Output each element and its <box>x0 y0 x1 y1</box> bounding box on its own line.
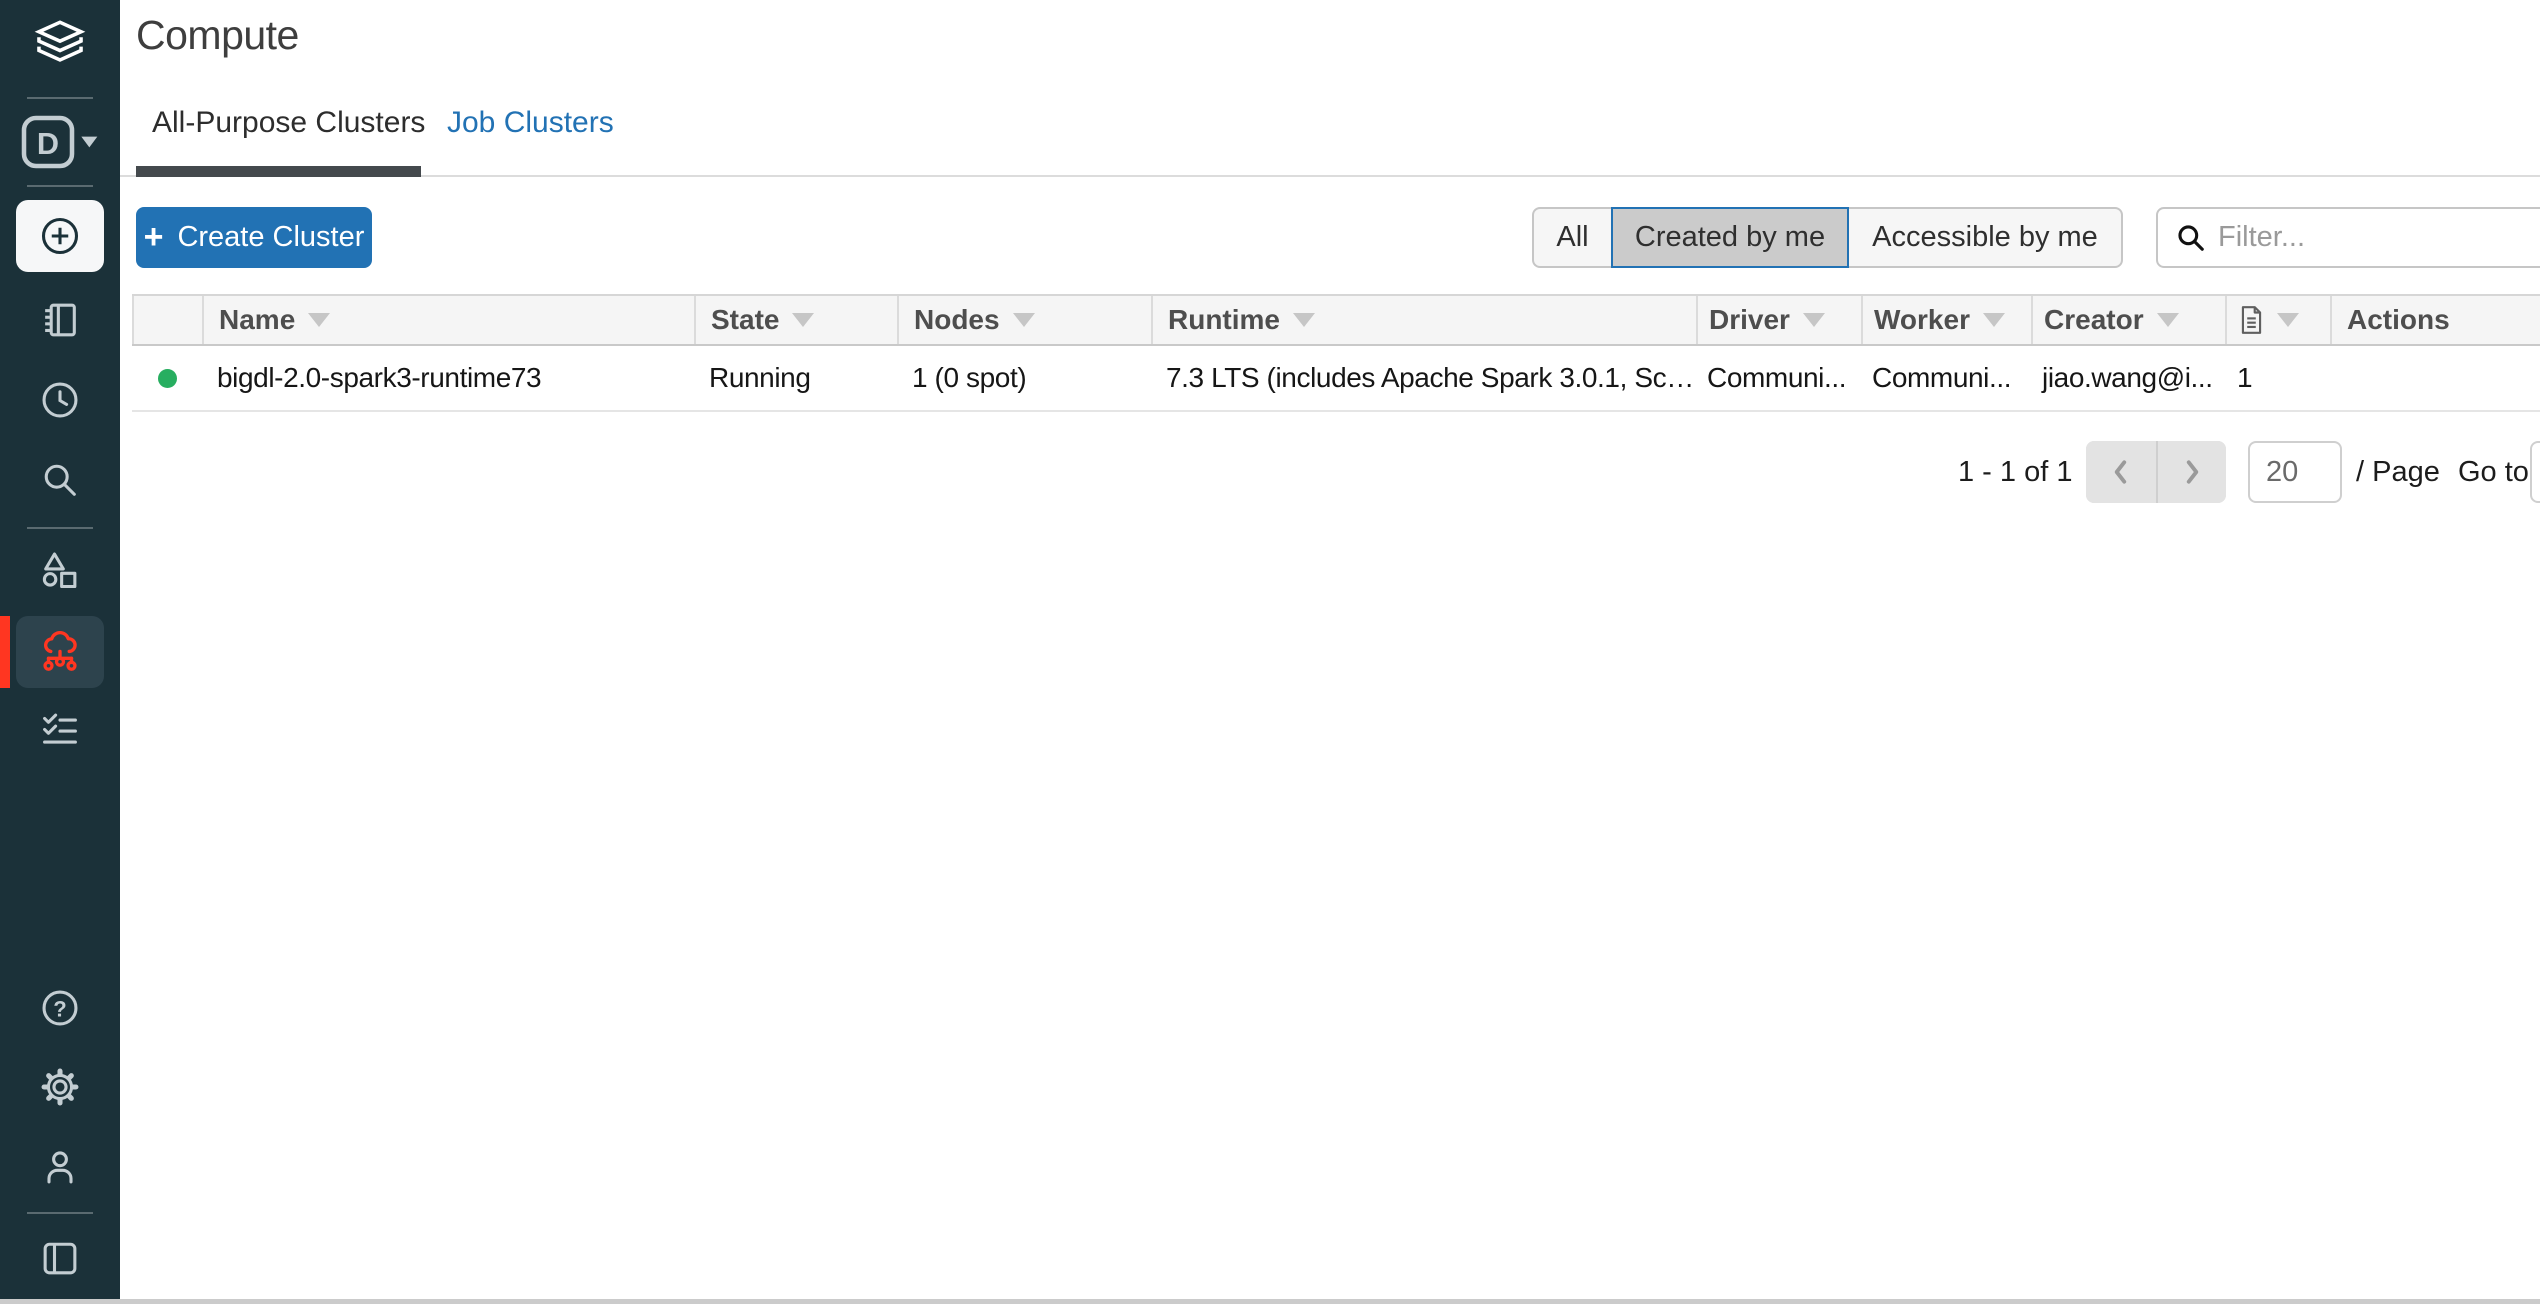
sidebar-item-workspace[interactable] <box>0 298 120 342</box>
goto-label: Go to <box>2458 456 2529 489</box>
sidebar-item-compute[interactable] <box>16 616 104 688</box>
cluster-name-cell: bigdl-2.0-spark3-runtime73 <box>202 362 694 394</box>
plus-circle-icon <box>38 214 82 258</box>
scope-created-by-me-button[interactable]: Created by me <box>1611 207 1849 268</box>
col-status <box>132 296 202 344</box>
sidebar-item-collapse[interactable] <box>0 1236 120 1280</box>
cluster-runtime-cell: 7.3 LTS (includes Apache Spark 3.0.1, Sc… <box>1151 362 1696 394</box>
panel-toggle-icon <box>38 1236 82 1280</box>
col-name[interactable]: Name <box>202 296 694 344</box>
prev-page-button[interactable] <box>2086 441 2156 503</box>
chevron-right-icon <box>2182 458 2202 486</box>
tab-all-purpose-clusters[interactable]: All-Purpose Clusters <box>152 106 425 140</box>
sidebar-item-recents[interactable] <box>0 378 120 422</box>
sort-caret-icon <box>1983 313 2005 327</box>
cluster-nodes-cell: 1 (0 spot) <box>897 362 1151 394</box>
sidebar: D <box>0 0 120 1304</box>
col-notebooks[interactable] <box>2225 296 2330 344</box>
databricks-logo[interactable] <box>0 14 120 76</box>
col-worker[interactable]: Worker <box>1861 296 2031 344</box>
scope-all-button[interactable]: All <box>1532 207 1611 268</box>
sidebar-item-create[interactable] <box>16 200 104 272</box>
sidebar-item-settings[interactable] <box>0 1065 120 1109</box>
sort-caret-icon <box>1293 313 1315 327</box>
caret-down-icon <box>81 137 97 148</box>
goto-page-input[interactable] <box>2530 441 2540 503</box>
sort-caret-icon <box>2157 313 2179 327</box>
sidebar-item-jobs[interactable] <box>0 708 120 752</box>
col-state[interactable]: State <box>694 296 897 344</box>
page-title: Compute <box>136 12 299 59</box>
cluster-creator-cell: jiao.wang@i... <box>2031 362 2225 394</box>
sidebar-item-data[interactable] <box>0 548 120 592</box>
sidebar-item-account[interactable] <box>0 1145 120 1189</box>
pagination-nav <box>2086 441 2226 503</box>
main-content: Compute All-Purpose Clusters Job Cluster… <box>120 0 2540 1304</box>
sidebar-divider <box>27 1212 93 1214</box>
table-header: Name State Nodes Runtime Driver <box>132 294 2540 346</box>
filter-input[interactable] <box>2218 221 2538 254</box>
col-actions: Actions <box>2330 296 2540 344</box>
sidebar-divider <box>27 97 93 99</box>
sidebar-item-help[interactable]: ? <box>0 986 120 1030</box>
cluster-row[interactable]: bigdl-2.0-spark3-runtime73 Running 1 (0 … <box>132 346 2540 412</box>
workspace-d-icon: D <box>20 114 100 170</box>
cluster-worker-cell: Communi... <box>1861 362 2031 394</box>
create-cluster-button[interactable]: + Create Cluster <box>136 207 372 268</box>
col-runtime[interactable]: Runtime <box>1151 296 1696 344</box>
scope-filter-group: All Created by me Accessible by me <box>1532 207 2123 268</box>
checklist-icon <box>38 708 82 752</box>
per-page-label: / Page <box>2356 456 2440 489</box>
shapes-icon <box>38 548 82 592</box>
tabs-bottom-border <box>120 175 2540 177</box>
create-cluster-label: Create Cluster <box>177 221 364 254</box>
filter-search-box <box>2156 207 2540 268</box>
sidebar-divider <box>27 527 93 529</box>
sort-caret-icon <box>792 313 814 327</box>
plus-icon: + <box>144 220 164 254</box>
cluster-state-cell: Running <box>694 362 897 394</box>
scope-accessible-by-me-button[interactable]: Accessible by me <box>1849 207 2123 268</box>
tab-job-clusters[interactable]: Job Clusters <box>447 106 614 140</box>
sort-caret-icon <box>1013 313 1035 327</box>
sort-caret-icon <box>2277 313 2299 327</box>
active-item-indicator <box>0 616 10 688</box>
clusters-table: Name State Nodes Runtime Driver <box>132 294 2540 412</box>
active-tab-underline <box>136 166 421 177</box>
horizontal-scrollbar[interactable] <box>0 1299 2540 1304</box>
filter-search-icon <box>2176 223 2206 253</box>
gear-icon <box>38 1065 82 1109</box>
status-running-dot <box>158 369 177 388</box>
sidebar-divider <box>27 185 93 187</box>
pagination-range: 1 - 1 of 1 <box>1958 456 2072 489</box>
svg-text:D: D <box>37 127 59 161</box>
help-icon: ? <box>38 986 82 1030</box>
cluster-notebooks-cell: 1 <box>2225 362 2330 394</box>
databricks-logo-icon <box>29 14 91 76</box>
cluster-driver-cell: Communi... <box>1696 362 1861 394</box>
chevron-left-icon <box>2111 458 2131 486</box>
sort-caret-icon <box>1803 313 1825 327</box>
sidebar-item-search[interactable] <box>0 458 120 502</box>
cluster-name-link[interactable]: bigdl-2.0-spark3-runtime73 <box>217 362 541 393</box>
col-creator[interactable]: Creator <box>2031 296 2225 344</box>
page-size-input[interactable] <box>2248 441 2342 503</box>
col-driver[interactable]: Driver <box>1696 296 1861 344</box>
col-nodes[interactable]: Nodes <box>897 296 1151 344</box>
clock-icon <box>38 378 82 422</box>
next-page-button[interactable] <box>2156 441 2226 503</box>
compute-page: D <box>0 0 2540 1304</box>
compute-cluster-icon <box>37 629 83 675</box>
document-icon <box>2239 305 2264 335</box>
search-icon <box>38 458 82 502</box>
cluster-status-cell <box>132 369 202 388</box>
workspace-switcher[interactable]: D <box>0 114 120 170</box>
person-icon <box>38 1145 82 1189</box>
svg-text:?: ? <box>53 996 66 1021</box>
sort-caret-icon <box>308 313 330 327</box>
notebook-icon <box>38 298 82 342</box>
